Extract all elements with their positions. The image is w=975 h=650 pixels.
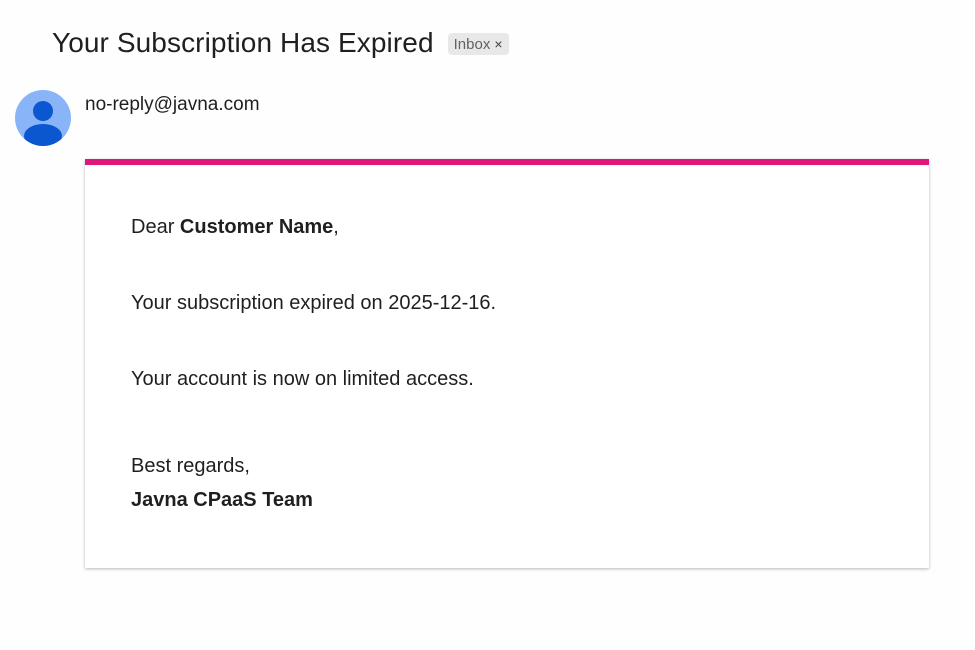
inbox-label-text: Inbox: [453, 35, 491, 53]
greeting-suffix: ,: [333, 216, 339, 238]
accent-bar: [85, 159, 929, 165]
message-card: Dear Customer Name, Your subscription ex…: [85, 159, 929, 568]
closing-line: Best regards,: [131, 455, 250, 477]
email-view: Your Subscription Has Expired Inbox × no…: [0, 0, 975, 650]
email-subject: Your Subscription Has Expired: [52, 27, 434, 58]
signature: Javna CPaaS Team: [131, 489, 313, 511]
greeting-prefix: Dear: [131, 216, 180, 238]
person-icon: [24, 101, 62, 146]
close-icon[interactable]: ×: [494, 37, 502, 51]
expired-line: Your subscription expired on 2025-12-16.: [131, 292, 497, 314]
avatar[interactable]: [15, 90, 71, 146]
subject-row: Your Subscription Has Expired Inbox ×: [52, 24, 509, 62]
access-line: Your account is now on limited access.: [131, 368, 474, 390]
customer-name: Customer Name: [179, 216, 334, 238]
greeting-line: Dear Customer Name,: [131, 216, 339, 239]
sender-email[interactable]: no-reply@javna.com: [85, 94, 260, 116]
inbox-label-chip[interactable]: Inbox ×: [447, 33, 509, 55]
